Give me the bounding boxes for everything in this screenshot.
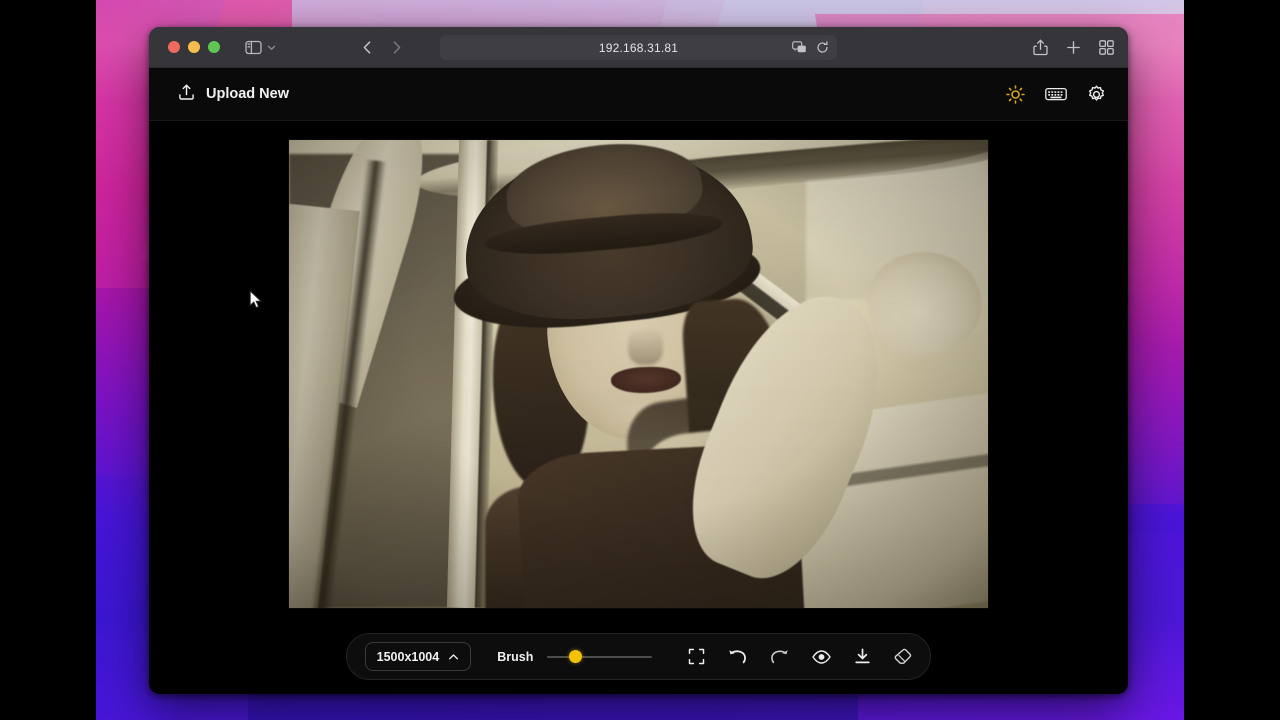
letterbox-left [0, 0, 96, 720]
upload-new-button[interactable]: Upload New [169, 78, 298, 110]
editor-toolbar: 1500x1004 Brush [345, 633, 932, 680]
brush-slider-track [547, 655, 653, 658]
download-icon[interactable] [854, 648, 871, 665]
photo-canvas[interactable] [289, 140, 988, 608]
resolution-dropdown[interactable]: 1500x1004 [364, 642, 472, 671]
desktop: 192.168.31.81 Upload New 1500x1004 Brush [0, 0, 1280, 720]
image-canvas-area[interactable]: 1500x1004 Brush [149, 121, 1128, 694]
keyboard-icon[interactable] [1045, 86, 1067, 102]
upload-new-label: Upload New [206, 86, 289, 102]
chevron-up-icon [448, 650, 459, 664]
back-arrow-icon[interactable] [361, 40, 374, 55]
upload-icon [178, 83, 195, 105]
gear-icon[interactable] [1087, 85, 1106, 104]
photo-layer-vignette [289, 140, 988, 608]
address-bar[interactable]: 192.168.31.81 [440, 35, 837, 60]
browser-window: 192.168.31.81 Upload New 1500x1004 Brush [149, 27, 1128, 694]
forward-arrow-icon[interactable] [390, 40, 403, 55]
browser-titlebar: 192.168.31.81 [149, 27, 1128, 68]
sun-icon[interactable] [1006, 84, 1025, 104]
reload-icon[interactable] [816, 41, 829, 54]
eraser-icon[interactable] [894, 648, 912, 665]
navigation-buttons [361, 40, 403, 55]
minimize-window-button[interactable] [188, 41, 200, 53]
app-header: Upload New [149, 68, 1128, 121]
brush-control: Brush [497, 649, 653, 664]
fullscreen-icon[interactable] [688, 648, 705, 665]
maximize-window-button[interactable] [208, 41, 220, 53]
photo-image [289, 140, 988, 608]
address-bar-actions [792, 35, 829, 60]
brush-slider-thumb[interactable] [569, 650, 583, 663]
close-window-button[interactable] [168, 41, 180, 53]
browser-toolbar-right [1033, 27, 1114, 68]
brush-size-slider[interactable] [547, 650, 653, 664]
editor-toolbar-container: 1500x1004 Brush [149, 633, 1128, 680]
sidebar-controls [245, 40, 277, 55]
window-traffic-lights [168, 41, 220, 53]
letterbox-right [1184, 0, 1280, 720]
sidebar-toggle-icon[interactable] [245, 40, 262, 55]
eye-icon[interactable] [812, 649, 832, 664]
tab-overview-icon[interactable] [1099, 40, 1114, 55]
address-bar-text: 192.168.31.81 [598, 40, 679, 55]
share-icon[interactable] [1033, 39, 1048, 56]
web-app: Upload New 1500x1004 Brush [149, 68, 1128, 694]
chevron-down-icon[interactable] [266, 42, 277, 53]
resolution-value: 1500x1004 [376, 649, 440, 664]
undo-icon[interactable] [728, 649, 747, 665]
app-header-actions [1006, 84, 1106, 104]
plus-icon[interactable] [1066, 40, 1081, 55]
editor-tool-icons [688, 648, 912, 665]
brush-label: Brush [497, 649, 534, 664]
translate-icon[interactable] [792, 41, 807, 54]
redo-icon[interactable] [770, 649, 789, 665]
